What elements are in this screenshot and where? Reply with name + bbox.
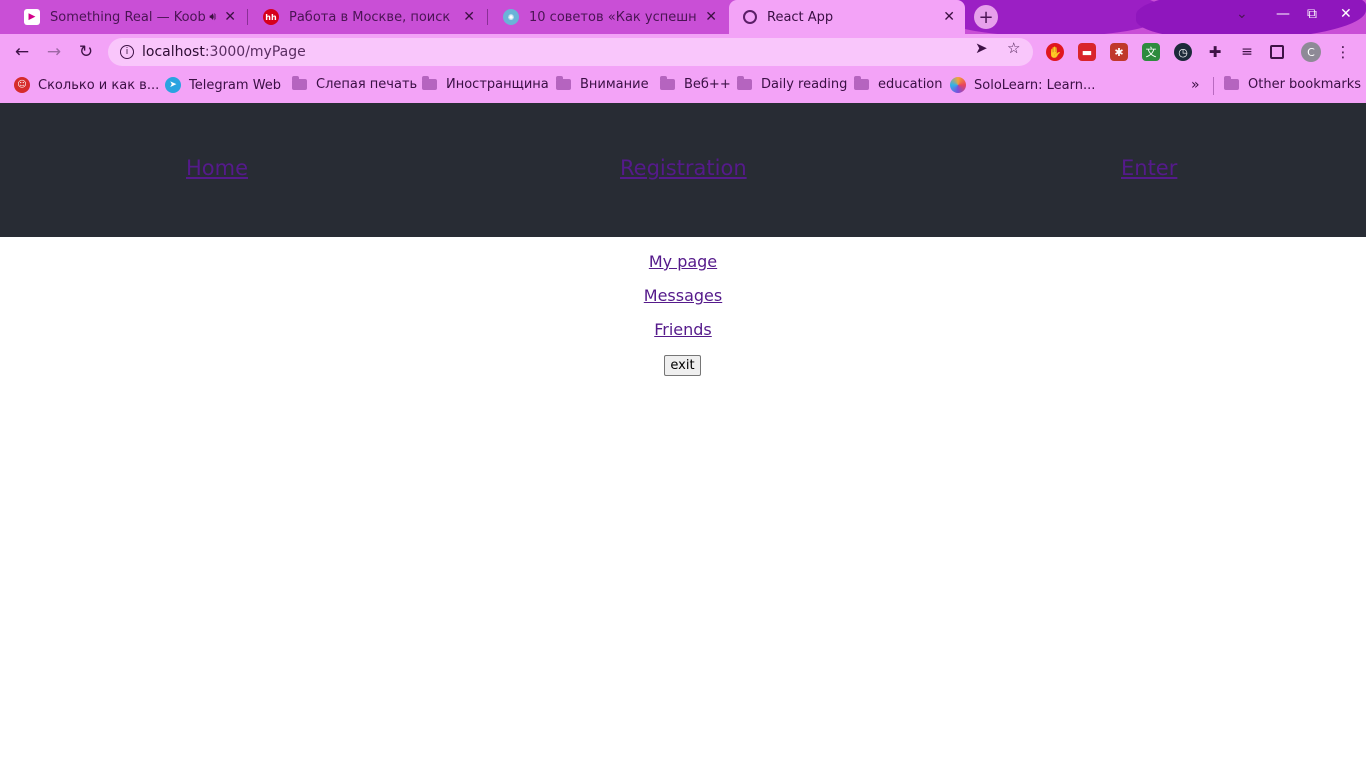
theme-decoration	[1136, 0, 1366, 34]
menu-icon[interactable]: ⋮	[1334, 43, 1352, 61]
tab-react-app[interactable]: React App ✕	[729, 0, 965, 34]
exit-button[interactable]: exit	[664, 355, 701, 376]
url-path: :3000/myPage	[204, 44, 306, 60]
bookmark-folder[interactable]: education	[854, 76, 943, 92]
bookmark-item[interactable]: SoloLearn: Learn...	[950, 77, 1095, 93]
translate-icon[interactable]: 文	[1142, 43, 1160, 61]
user-nav: My page Messages Friends	[0, 250, 1366, 352]
profile-avatar[interactable]: C	[1301, 42, 1321, 62]
friends-link[interactable]: Friends	[0, 318, 1366, 352]
messages-link[interactable]: Messages	[0, 284, 1366, 318]
minimize-icon[interactable]: —	[1276, 6, 1290, 22]
bookmark-label: Telegram Web	[189, 77, 282, 93]
close-tab-icon[interactable]: ✕	[463, 9, 475, 25]
bookmark-label: Сколько и как в...	[38, 77, 160, 93]
send-icon[interactable]: ➤	[975, 39, 988, 57]
bookmark-folder[interactable]: Слепая печать	[292, 76, 418, 92]
close-tab-icon[interactable]: ✕	[224, 9, 236, 25]
bookmark-folder[interactable]: Иностранщина	[422, 76, 549, 92]
back-icon[interactable]: ←	[10, 40, 34, 64]
tab-article[interactable]: ✺ 10 советов «Как успешно пр ✕	[489, 0, 727, 34]
tab-title: Работа в Москве, поиск пер	[289, 9, 455, 25]
tab-hh[interactable]: hh Работа в Москве, поиск пер ✕	[249, 0, 485, 34]
media-control-icon[interactable]: ≡	[1238, 43, 1256, 61]
tab-search-icon[interactable]: ⌄	[1236, 6, 1248, 22]
url-host: localhost	[142, 44, 205, 60]
site-info-icon[interactable]: i	[120, 45, 134, 59]
my-page-link[interactable]: My page	[0, 250, 1366, 284]
bookmark-item[interactable]: ☺ Сколько и как в...	[14, 77, 159, 93]
globe-icon	[743, 10, 757, 24]
close-tab-icon[interactable]: ✕	[705, 9, 717, 25]
more-bookmarks-icon[interactable]: »	[1191, 77, 1200, 93]
tab-separator	[247, 9, 248, 25]
bookmark-label: Иностранщина	[446, 77, 549, 92]
registration-link[interactable]: Registration	[620, 156, 747, 180]
side-panel-icon[interactable]	[1270, 45, 1284, 59]
gear-icon: ✺	[503, 9, 519, 25]
enter-link[interactable]: Enter	[1121, 156, 1177, 180]
close-window-icon[interactable]: ✕	[1340, 6, 1352, 22]
tab-title: Something Real — Koobra	[50, 9, 206, 25]
folder-icon	[660, 76, 675, 90]
home-link[interactable]: Home	[186, 156, 248, 180]
bookmark-label: Слепая печать	[316, 77, 418, 92]
new-tab-button[interactable]: +	[974, 5, 998, 29]
telegram-icon: ➤	[165, 77, 181, 93]
folder-icon	[556, 76, 571, 90]
bookmark-label: Other bookmarks	[1248, 77, 1362, 92]
extension-icon[interactable]: ▬	[1078, 43, 1096, 61]
bookmark-folder[interactable]: Веб++	[660, 76, 731, 92]
puzzle-icon[interactable]: ✚	[1206, 43, 1224, 61]
folder-icon	[292, 76, 307, 90]
browser-toolbar: ← → ↻ i localhost:3000/myPage ➤ ☆ ✋ ▬ ✱ …	[0, 34, 1366, 70]
address-bar[interactable]: i localhost:3000/myPage	[108, 38, 1033, 66]
tab-title: 10 советов «Как успешно пр	[529, 9, 697, 25]
bookmark-label: Внимание	[580, 77, 649, 92]
site-icon: ☺	[14, 77, 30, 93]
tab-separator	[487, 9, 488, 25]
bookmark-folder[interactable]: Внимание	[556, 76, 649, 92]
folder-icon	[422, 76, 437, 90]
forward-icon[interactable]: →	[42, 40, 66, 64]
bookmark-star-icon[interactable]: ☆	[1007, 39, 1020, 57]
close-tab-icon[interactable]: ✕	[943, 9, 955, 25]
other-bookmarks-folder[interactable]: Other bookmarks	[1224, 76, 1362, 92]
tab-title: React App	[767, 9, 834, 25]
bookmarks-bar: ☺ Сколько и как в... ➤ Telegram Web Слеп…	[0, 70, 1366, 103]
youtube-music-icon: ▶	[24, 9, 40, 25]
hh-icon: hh	[263, 9, 279, 25]
bookmark-label: Веб++	[684, 77, 731, 92]
reload-icon[interactable]: ↻	[74, 40, 98, 64]
extension-icon[interactable]: ✱	[1110, 43, 1128, 61]
sololearn-icon	[950, 77, 966, 93]
maximize-icon[interactable]: ⧉	[1307, 6, 1317, 22]
folder-icon	[1224, 76, 1239, 90]
clock-icon[interactable]: ◷	[1174, 43, 1192, 61]
folder-icon	[737, 76, 752, 90]
theme-decoration	[936, 0, 1166, 34]
adblock-icon[interactable]: ✋	[1046, 43, 1064, 61]
tab-music[interactable]: ▶ Something Real — Koobra 🔊︎ ✕	[10, 0, 246, 34]
bookmark-folder[interactable]: Daily reading	[737, 76, 848, 92]
speaker-icon[interactable]: 🔊︎	[209, 10, 216, 24]
bookmark-label: education	[878, 77, 943, 92]
bookmark-label: Daily reading	[761, 77, 848, 92]
bookmarks-divider	[1213, 77, 1214, 95]
tab-strip: ▶ Something Real — Koobra 🔊︎ ✕ hh Работа…	[0, 0, 1366, 34]
bookmark-item[interactable]: ➤ Telegram Web	[165, 77, 281, 93]
folder-icon	[854, 76, 869, 90]
bookmark-label: SoloLearn: Learn...	[974, 77, 1096, 93]
site-header: Home Registration Enter	[0, 103, 1366, 237]
